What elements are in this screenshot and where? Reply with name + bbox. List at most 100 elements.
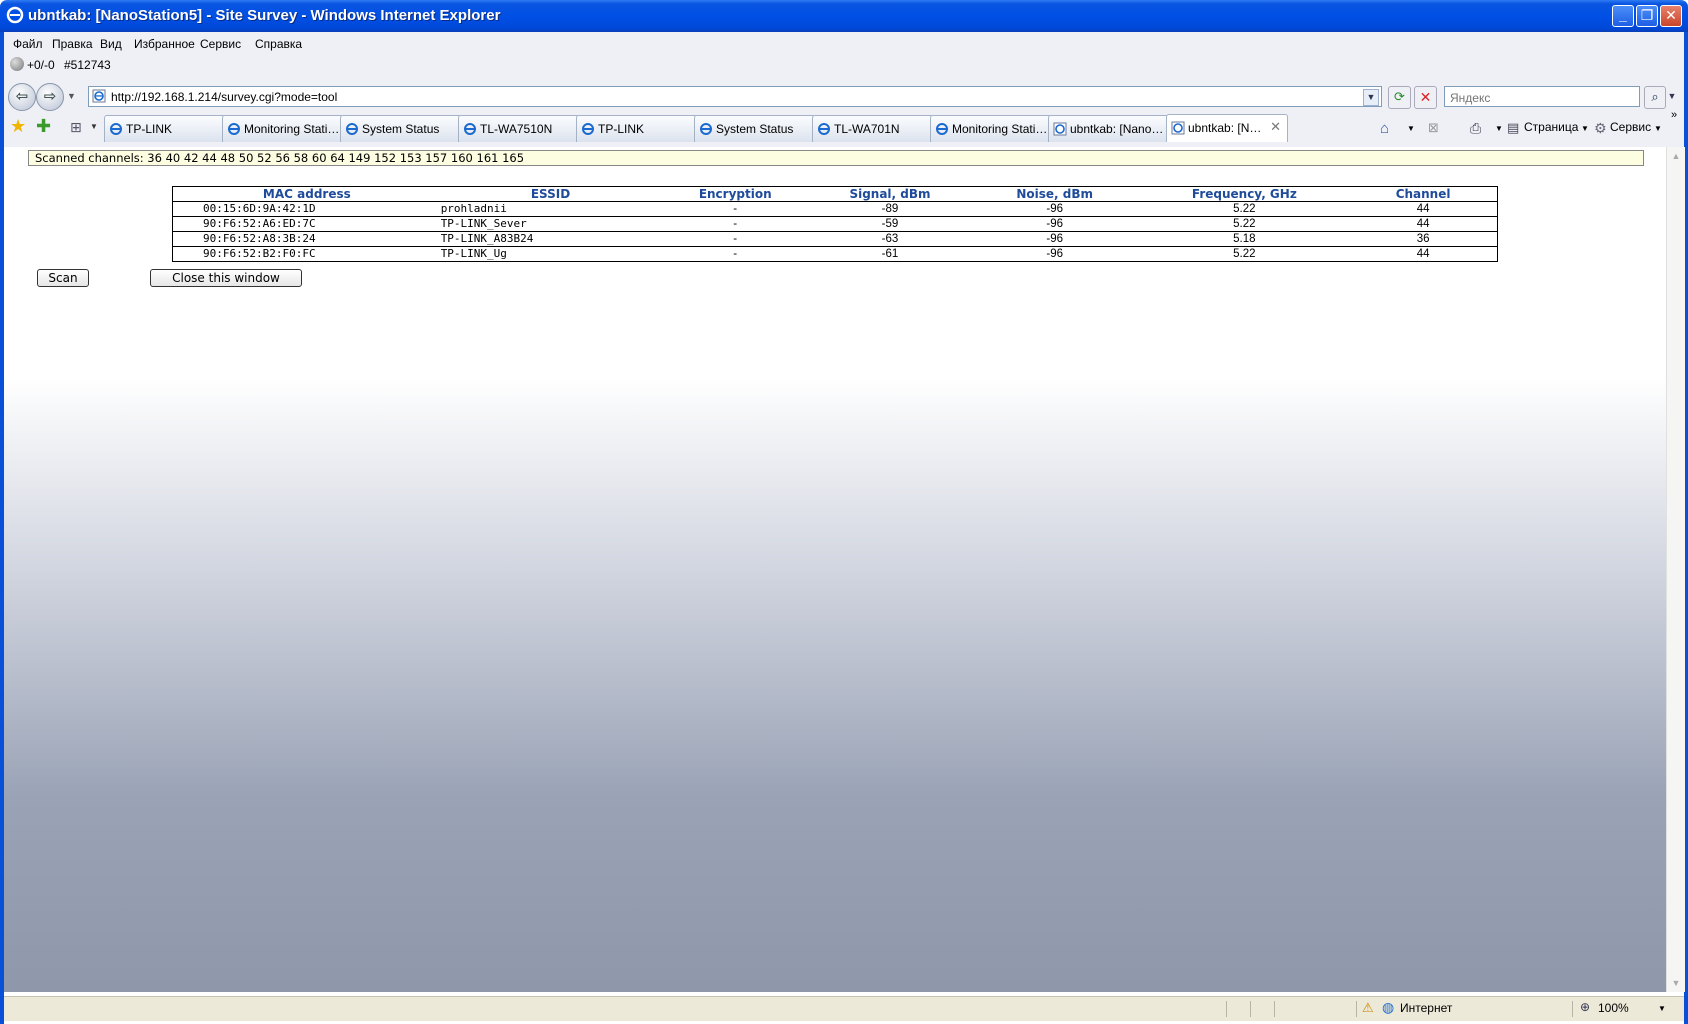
table-row: 90:F6:52:A6:ED:7C TP-LINK_Sever - -59 -9… — [172, 216, 1498, 232]
tab-list-dropdown-icon[interactable]: ▼ — [90, 122, 98, 131]
cell-essid: prohladnii — [440, 201, 661, 217]
tab-4[interactable]: TL-WA7510N — [458, 115, 580, 142]
menu-edit[interactable]: Правка — [52, 37, 93, 51]
cell-encryption: - — [660, 231, 811, 247]
add-favorite-icon[interactable]: ✚ — [36, 116, 51, 137]
status-bar: ⚠ ◍ Интернет ⊕ 100% ▼ — [4, 996, 1684, 1021]
tab-3[interactable]: System Status — [340, 115, 462, 142]
zoom-icon[interactable]: ⊕ — [1580, 1000, 1590, 1014]
back-button[interactable]: ⇦ — [8, 83, 36, 111]
cell-frequency: 5.22 — [1139, 216, 1350, 232]
cell-noise: -96 — [969, 216, 1140, 232]
menu-tools[interactable]: Сервис — [200, 37, 241, 51]
security-zone[interactable]: Интернет — [1400, 1001, 1452, 1015]
cell-mac: 90:F6:52:A8:3B:24 — [172, 231, 441, 247]
refresh-button[interactable]: ⟳ — [1388, 86, 1411, 109]
close-tab-icon[interactable]: ✕ — [1270, 119, 1281, 135]
title-bar: ubntkab: [NanoStation5] - Site Survey - … — [0, 0, 1688, 32]
header-channel: Channel — [1395, 187, 1451, 201]
menu-favorites[interactable]: Избранное — [134, 37, 195, 51]
menu-help[interactable]: Справка — [255, 37, 302, 51]
print-icon[interactable]: ⎙ — [1470, 120, 1481, 137]
vertical-scrollbar[interactable]: ▲ ▼ — [1666, 147, 1685, 992]
address-dropdown-icon[interactable]: ▼ — [1363, 89, 1379, 106]
counter-text[interactable]: +0/-0 — [27, 58, 55, 72]
ie-page-icon — [582, 123, 594, 135]
ie-page-icon — [464, 123, 476, 135]
site-survey-table: MAC address ESSID Encryption Signal, dBm… — [172, 186, 1498, 262]
feeds-icon[interactable]: ⊠ — [1428, 120, 1439, 136]
cell-signal: -89 — [810, 201, 970, 217]
search-input[interactable] — [1448, 89, 1632, 107]
stop-button[interactable]: ✕ — [1414, 86, 1437, 109]
close-window-page-button[interactable]: Close this window — [150, 269, 302, 287]
tab-label: TL-WA701N — [834, 122, 900, 136]
gear-icon[interactable]: ⚙ — [1594, 120, 1607, 137]
table-row: 90:F6:52:B2:F0:FC TP-LINK_Ug - -61 -96 5… — [172, 246, 1498, 262]
history-dropdown-icon[interactable]: ▼ — [67, 91, 76, 101]
internet-zone-icon: ◍ — [1382, 999, 1395, 1015]
ie-page-icon — [700, 123, 712, 135]
id-text[interactable]: #512743 — [64, 58, 111, 72]
page-menu[interactable]: Страница — [1524, 120, 1578, 134]
search-options-icon[interactable]: ▼ — [1666, 86, 1678, 107]
tab-5[interactable]: TP-LINK — [576, 115, 698, 142]
close-window-button[interactable]: ✕ — [1660, 5, 1682, 27]
scanned-channels: Scanned channels: 36 40 42 44 48 50 52 5… — [28, 150, 1644, 166]
tab-9[interactable]: ubntkab: [NanoS... — [1048, 115, 1170, 142]
tab-1[interactable]: TP-LINK — [104, 115, 226, 142]
minimize-button[interactable]: _ — [1612, 5, 1634, 27]
header-frequency: Frequency, GHz — [1191, 187, 1297, 201]
tab-label: System Status — [716, 122, 794, 136]
chevron-more-icon[interactable]: » — [1671, 109, 1677, 121]
tab-6[interactable]: System Status — [694, 115, 816, 142]
tab-label: Monitoring Statio... — [244, 122, 340, 136]
header-essid: ESSID — [530, 187, 571, 201]
cell-encryption: - — [660, 246, 811, 262]
cell-encryption: - — [660, 201, 811, 217]
tab-active[interactable]: ubntkab: [Na... ✕ — [1166, 114, 1288, 142]
scan-button[interactable]: Scan — [37, 269, 89, 287]
print-dropdown-icon[interactable]: ▼ — [1495, 124, 1503, 133]
ie-page-icon — [110, 123, 122, 135]
scroll-down-icon[interactable]: ▼ — [1669, 976, 1683, 990]
table-row: 00:15:6D:9A:42:1D prohladnii - -89 -96 5… — [172, 201, 1498, 217]
tab-label: TP-LINK — [598, 122, 645, 136]
ie-page-icon — [228, 123, 240, 135]
tab-7[interactable]: TL-WA701N — [812, 115, 934, 142]
cell-encryption: - — [660, 216, 811, 232]
cell-mac: 90:F6:52:A6:ED:7C — [172, 216, 441, 232]
zoom-dropdown-icon[interactable]: ▼ — [1658, 1004, 1666, 1013]
page-icon — [92, 89, 106, 103]
page-dropdown-icon[interactable]: ▼ — [1581, 124, 1589, 133]
quick-tabs-icon[interactable]: ⊞ — [70, 119, 82, 136]
protected-mode-icon[interactable]: ⚠ — [1362, 1000, 1374, 1016]
tab-label: ubntkab: [NanoS... — [1070, 122, 1166, 136]
favorites-star-icon[interactable]: ★ — [10, 116, 26, 137]
scroll-up-icon[interactable]: ▲ — [1669, 149, 1683, 163]
table-header-row: MAC address ESSID Encryption Signal, dBm… — [172, 186, 1498, 202]
cell-channel: 44 — [1349, 246, 1498, 262]
cell-frequency: 5.18 — [1139, 231, 1350, 247]
menu-file[interactable]: Файл — [13, 37, 43, 51]
address-url[interactable]: http://192.168.1.214/survey.cgi?mode=too… — [111, 90, 337, 104]
home-icon[interactable]: ⌂ — [1380, 120, 1389, 137]
address-bar[interactable]: http://192.168.1.214/survey.cgi?mode=too… — [88, 86, 1382, 107]
forward-button[interactable]: ⇨ — [36, 83, 64, 111]
search-box[interactable] — [1444, 86, 1640, 107]
search-icon[interactable]: ⌕ — [1644, 86, 1666, 109]
tab-8[interactable]: Monitoring Statio... — [930, 115, 1052, 142]
tools-menu[interactable]: Сервис — [1610, 120, 1651, 134]
cell-frequency: 5.22 — [1139, 201, 1350, 217]
header-mac: MAC address — [262, 187, 351, 201]
menu-view[interactable]: Вид — [100, 37, 122, 51]
tools-dropdown-icon[interactable]: ▼ — [1654, 124, 1662, 133]
zoom-level[interactable]: 100% — [1598, 1001, 1629, 1015]
home-dropdown-icon[interactable]: ▼ — [1407, 124, 1415, 133]
globe-icon — [10, 57, 24, 71]
cell-signal: -61 — [810, 246, 970, 262]
tab-2[interactable]: Monitoring Statio... — [222, 115, 344, 142]
maximize-button[interactable]: ❐ — [1636, 5, 1658, 27]
page-menu-icon[interactable]: ▤ — [1507, 120, 1519, 136]
links-toolbar: +0/-0 #512743 — [4, 55, 1684, 77]
